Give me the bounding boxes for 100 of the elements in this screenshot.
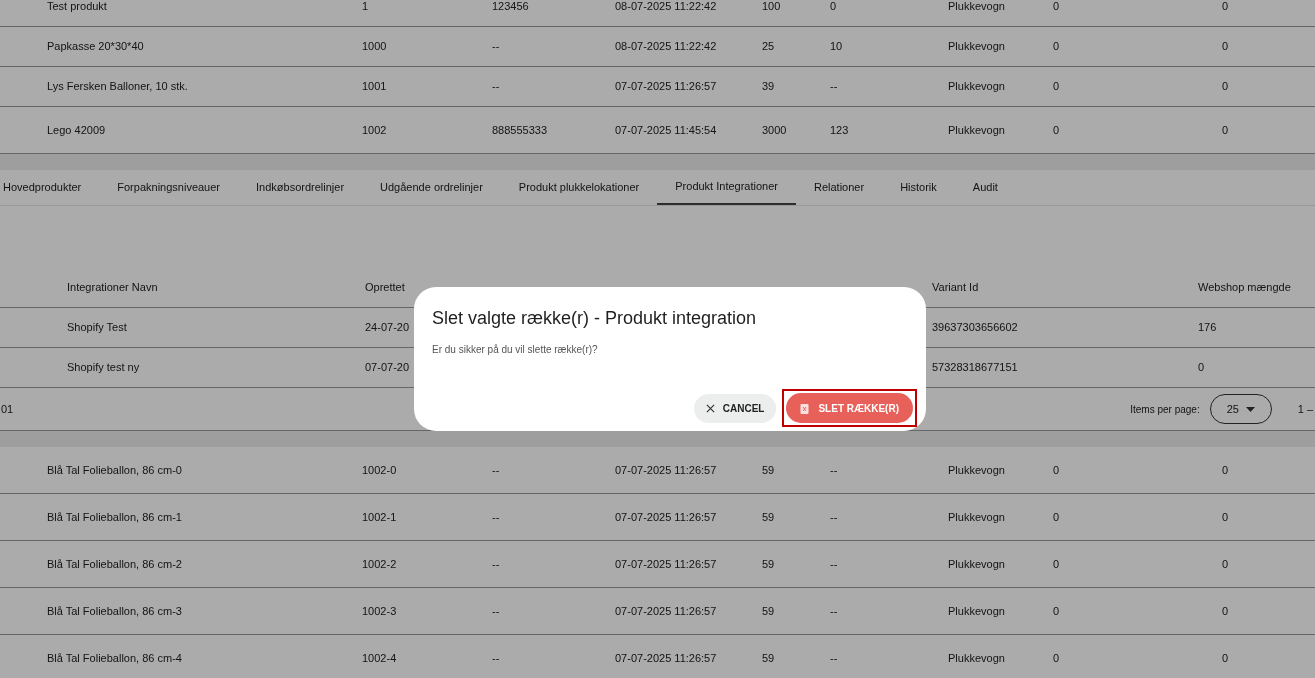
table-cell-text: 10 xyxy=(830,39,844,55)
tab[interactable]: Udgående ordrelinjer xyxy=(362,170,501,205)
table-cell-text: Shopify test ny xyxy=(67,360,140,376)
table-cell-text: -- xyxy=(830,509,839,525)
table-cell-text: Papkasse 20*30*40 xyxy=(47,39,145,55)
dialog-title: Slet valgte række(r) - Produkt integration xyxy=(432,307,758,330)
table-cell-text: 0 xyxy=(1053,79,1061,95)
caret-icon xyxy=(1245,406,1255,412)
tab[interactable]: Forpakningsniveauer xyxy=(99,170,238,205)
table-cell-text: 123456 xyxy=(492,0,530,15)
table-cell-text: Plukkevogn xyxy=(948,39,1006,55)
table-cell-text: -- xyxy=(830,79,839,95)
table-cell-text: -- xyxy=(492,650,501,666)
table-cell-text: Plukkevogn xyxy=(948,0,1006,15)
table-cell-text: 59 xyxy=(762,650,776,666)
table-cell-text: 0 xyxy=(1053,122,1061,138)
table-cell-text: 1000 xyxy=(362,39,388,55)
table-cell-text: 0 xyxy=(1053,509,1061,525)
table-cell-text: 0 xyxy=(1053,39,1061,55)
table-cell-text: 08-07-2025 11:22:42 xyxy=(615,0,718,15)
table-cell-text: -- xyxy=(492,39,501,55)
table-cell-text: 25 xyxy=(762,39,776,55)
close-icon xyxy=(705,403,715,413)
table-cell-text: 100 xyxy=(762,0,782,15)
table-cell-text: 0 xyxy=(1222,509,1230,525)
table-cell-text: 59 xyxy=(762,556,776,572)
table-cell-text: Blå Tal Folieballon, 86 cm-2 xyxy=(47,556,183,572)
table-cell-text: 59 xyxy=(762,603,776,619)
column-header: Oprettet xyxy=(365,280,405,296)
table-cell-text: 0 xyxy=(1222,650,1230,666)
table-cell-text: 1001 xyxy=(362,79,388,95)
table-cell-text: 0 xyxy=(1053,462,1061,478)
table-cell-text: 07-07-2025 11:26:57 xyxy=(615,509,718,525)
tab[interactable]: Produkt Integrationer xyxy=(657,170,796,205)
table-cell-text: 123 xyxy=(830,122,850,138)
table-cell-text: Plukkevogn xyxy=(948,509,1006,525)
table-cell-text: -- xyxy=(492,556,501,572)
table-cell-text: 0 xyxy=(830,0,838,15)
tab[interactable]: Audit xyxy=(954,170,1016,205)
tab[interactable]: Hovedprodukter xyxy=(0,170,100,205)
table-cell-text: 1002-3 xyxy=(362,603,398,619)
table-cell-text: 0 xyxy=(1053,0,1061,15)
table-cell-text: 0 xyxy=(1222,39,1230,55)
table-cell-text: 0 xyxy=(1053,650,1061,666)
table-cell-text: 07-07-2025 11:26:57 xyxy=(615,650,718,666)
table-cell-text: 07-07-2025 11:26:57 xyxy=(615,462,718,478)
trash-icon xyxy=(800,402,810,414)
table-cell-text: 39 xyxy=(762,79,776,95)
table-cell-text: Blå Tal Folieballon, 86 cm-3 xyxy=(47,603,183,619)
table-cell-text: 3000 xyxy=(762,122,788,138)
tab[interactable]: Historik xyxy=(882,170,955,205)
table-cell-text: 0 xyxy=(1222,0,1230,15)
table-cell-text: 07-07-2025 11:26:57 xyxy=(615,556,718,572)
table-cell-text: -- xyxy=(830,556,839,572)
table-cell-text: 1002 xyxy=(362,122,388,138)
table-cell-text: 0 xyxy=(1222,122,1230,138)
table-cell-text: Lego 42009 xyxy=(47,122,107,138)
table-cell-text: -- xyxy=(492,603,501,619)
table-cell-text: -- xyxy=(830,603,839,619)
table-cell-text: Plukkevogn xyxy=(948,462,1006,478)
table-cell-text: 0 xyxy=(1222,79,1230,95)
table-cell-text: 07-07-20 xyxy=(365,360,410,376)
table-cell-text: 0 xyxy=(1198,360,1205,376)
items-per-page-label: Items per page: xyxy=(1130,402,1200,417)
table-cell-text: 0 xyxy=(1053,556,1061,572)
column-header: Integrationer Navn xyxy=(67,280,158,296)
table-cell-text: 888555333 xyxy=(492,122,549,138)
column-header: Webshop mængde xyxy=(1198,280,1291,296)
cancel-button[interactable]: CANCEL xyxy=(693,393,777,423)
table-cell-text: Plukkevogn xyxy=(948,650,1006,666)
table-cell-text: 1 xyxy=(362,0,370,15)
tab[interactable]: Relationer xyxy=(796,170,883,205)
column-header: Variant Id xyxy=(932,280,979,296)
paginator-text: 01 xyxy=(1,401,14,417)
table-cell-text: 0 xyxy=(1222,556,1230,572)
table-cell-text: Shopify Test xyxy=(67,320,127,336)
table-cell-text: Plukkevogn xyxy=(948,122,1006,138)
table-cell-text: 07-07-2025 11:26:57 xyxy=(615,79,718,95)
table-cell-text: -- xyxy=(492,509,501,525)
table-cell-text: 07-07-2025 11:45:54 xyxy=(615,122,718,138)
table-cell-text: Test produkt xyxy=(47,0,108,15)
table-cell-text: 39637303656602 xyxy=(932,320,1018,336)
table-cell-text: 1002-4 xyxy=(362,650,398,666)
table-cell-text: Blå Tal Folieballon, 86 cm-1 xyxy=(47,509,183,525)
dialog-message: Er du sikker på du vil slette række(r)? xyxy=(432,343,599,357)
table-cell-text: 07-07-2025 11:26:57 xyxy=(615,603,718,619)
table-cell-text: Plukkevogn xyxy=(948,79,1006,95)
tab[interactable]: Indkøbsordrelinjer xyxy=(238,170,363,205)
table-cell-text: -- xyxy=(492,462,501,478)
table-cell-text: Blå Tal Folieballon, 86 cm-4 xyxy=(47,650,183,666)
table-cell-text: 1002-2 xyxy=(362,556,398,572)
page-range: 1 – xyxy=(1297,401,1313,417)
table-cell-text: 08-07-2025 11:22:42 xyxy=(615,39,718,55)
table-cell-text: 0 xyxy=(1053,603,1061,619)
table-cell-text: 176 xyxy=(1198,320,1217,336)
table-cell-text: Blå Tal Folieballon, 86 cm-0 xyxy=(47,462,183,478)
table-cell-text: 1002-0 xyxy=(362,462,398,478)
table-cell-text: 24-07-20 xyxy=(365,320,410,336)
tab[interactable]: Produkt plukkelokationer xyxy=(500,170,658,205)
table-cell-text: 1002-1 xyxy=(362,509,398,525)
